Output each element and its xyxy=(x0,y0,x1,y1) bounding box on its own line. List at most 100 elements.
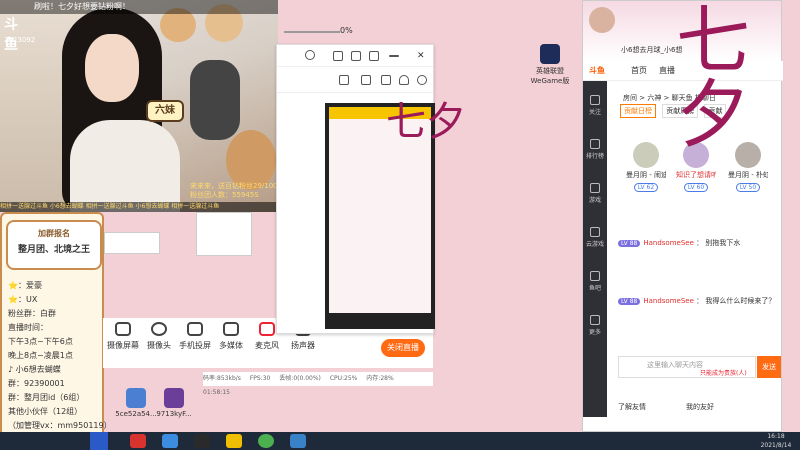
client-sidebar: 关注 排行榜 游戏 云游戏 鱼吧 更多 xyxy=(583,81,607,417)
lol-icon xyxy=(540,44,560,64)
message-user[interactable]: HandsomeSee xyxy=(643,239,694,247)
windows-start-icon[interactable] xyxy=(90,432,108,450)
desktop-icon-label: 英雄联盟 WeGame版 xyxy=(530,67,570,85)
shop-icon[interactable] xyxy=(361,75,371,85)
rank-user[interactable]: 知识了想请听 LV 60 xyxy=(676,142,716,192)
nav-home[interactable]: 首页 xyxy=(631,65,647,76)
close-icon[interactable]: ✕ xyxy=(417,51,427,61)
heart-icon xyxy=(590,95,600,105)
stats-line: 粉丝团人数：55945S xyxy=(190,191,259,199)
stop-stream-button[interactable]: 关闭直播 xyxy=(381,339,425,357)
info-line: 其他小伙伴（12组） xyxy=(8,407,83,416)
monitor-icon xyxy=(115,322,131,336)
app-icon[interactable] xyxy=(194,434,210,448)
tool-media[interactable]: 多媒体 xyxy=(211,322,251,351)
nav-live[interactable]: 直播 xyxy=(659,65,675,76)
sidebar-item-fishbar[interactable]: 鱼吧 xyxy=(583,271,607,292)
app-icon[interactable] xyxy=(290,434,306,448)
preview-thumbnail[interactable] xyxy=(196,212,252,256)
gift-hint: 只能成为贵族(人) xyxy=(700,370,747,377)
memory-usage: 内存:28% xyxy=(366,375,394,382)
avatar xyxy=(633,142,659,168)
mini-iconbar xyxy=(277,67,433,93)
tool-label: 扬声器 xyxy=(291,341,315,350)
level-badge: LV 50 xyxy=(735,183,761,192)
phone-icon xyxy=(187,322,203,336)
danmu-ticker: 相拼一送腺过斗鱼 小6想去蝴蝶 相拼一送腺过斗鱼 小6想去蝴蝶 相拼一送腺过斗鱼 xyxy=(0,202,278,212)
window-icon[interactable] xyxy=(351,51,361,61)
cpu-usage: CPU:25% xyxy=(329,375,358,382)
mini-qixi-art: 七夕 xyxy=(386,99,466,145)
mini-titlebar: ✕ xyxy=(277,45,433,67)
microphone-icon xyxy=(259,322,275,336)
message-text: 我得么什么时候来了？ xyxy=(705,297,776,305)
client-header: 小6想去月球_小6想 xyxy=(583,1,781,61)
sidebar-item-cloud[interactable]: 云游戏 xyxy=(583,227,607,248)
info-line: ⭐：爱豪 xyxy=(8,281,42,290)
file-icon xyxy=(164,388,184,408)
tab-total[interactable]: 贡献 xyxy=(704,104,727,118)
tool-phone-cast[interactable]: 手机投屏 xyxy=(175,322,215,351)
rank-tabs: 贡献日榜 贡献周榜 贡献 xyxy=(620,104,730,118)
app-icon[interactable] xyxy=(162,434,178,448)
stream-duration: 01:58:15 xyxy=(203,389,230,396)
microphone xyxy=(190,60,240,140)
game-icon xyxy=(590,183,600,193)
rank-user-name: 知识了想请听 xyxy=(676,171,716,179)
box-icon[interactable] xyxy=(381,75,391,85)
chrome-icon[interactable] xyxy=(258,434,274,448)
app-icon[interactable] xyxy=(226,434,242,448)
window-icon[interactable] xyxy=(369,51,379,61)
tool-camera[interactable]: 摄像头 xyxy=(139,322,179,351)
tab-weekly[interactable]: 贡献周榜 xyxy=(662,104,699,118)
tab-daily[interactable]: 贡献日榜 xyxy=(620,104,656,118)
avatar xyxy=(683,142,709,168)
volume-track[interactable] xyxy=(284,31,340,33)
sidebar-item-more[interactable]: 更多 xyxy=(583,315,607,336)
share-icon[interactable] xyxy=(417,75,427,85)
douyu-logo: 斗鱼 xyxy=(4,17,18,53)
send-button[interactable]: 发送 xyxy=(757,356,781,378)
tool-label: 麦克风 xyxy=(255,341,279,350)
sidebar-item-games[interactable]: 游戏 xyxy=(583,183,607,204)
info-panel: 加群报名 整月团、北境之王 ⭐：爱豪 ⭐：UX 粉丝群：白群 直播时间： 下午3… xyxy=(0,212,112,438)
taskbar xyxy=(0,432,800,450)
webcam-feed xyxy=(0,0,278,212)
nav-logo[interactable]: 斗鱼 xyxy=(589,65,605,76)
volume-slider[interactable]: 0% xyxy=(278,26,358,36)
bell-icon[interactable] xyxy=(399,75,409,85)
friends-link[interactable]: 了解友情 xyxy=(618,402,646,412)
room-id: 7623092 xyxy=(4,36,36,44)
stats-line: 来来来，送百钻粉丝29/100 xyxy=(190,182,278,190)
message-user[interactable]: HandsomeSee xyxy=(643,297,694,305)
avatar-icon[interactable] xyxy=(305,50,315,60)
info-line: ♪ 小6想去蝴蝶 xyxy=(8,365,61,374)
minimize-icon[interactable] xyxy=(389,55,399,57)
window-icon[interactable] xyxy=(333,51,343,61)
app-icon[interactable] xyxy=(130,434,146,448)
desktop-icon-label: 9713kyF... xyxy=(156,410,192,418)
sidebar-label: 鱼吧 xyxy=(588,285,601,292)
fans-link[interactable]: 我的友好 xyxy=(686,402,714,412)
user-avatar[interactable] xyxy=(589,7,615,33)
stream-banner: 刷啦！七夕好想要钻粉啊！ xyxy=(0,0,278,14)
fish-icon xyxy=(590,271,600,281)
tool-screen[interactable]: 摄像屏幕 xyxy=(103,322,143,351)
desktop-icon-file2[interactable]: 9713kyF... xyxy=(150,388,198,418)
more-icon xyxy=(590,315,600,325)
preview-thumbnail[interactable] xyxy=(104,232,160,254)
desktop-icon-lol[interactable]: 英雄联盟 WeGame版 xyxy=(526,44,574,86)
bitrate: 码率:853kb/s xyxy=(203,375,241,382)
rank-user[interactable]: 曼月阴 - 朴虹 LV 50 xyxy=(728,142,768,192)
sidebar-item-rank[interactable]: 排行榜 xyxy=(583,139,607,160)
join-group-box: 加群报名 整月团、北境之王 xyxy=(6,220,102,270)
clock[interactable]: 16:18 2021/8/14 xyxy=(756,432,796,450)
rank-user[interactable]: 曼月阴 - 闹迪AI... LV 62 xyxy=(626,142,666,192)
sidebar-item-follow[interactable]: 关注 xyxy=(583,95,607,116)
name-badge: 六妹 xyxy=(146,100,184,122)
client-nav: 斗鱼 首页 直播 xyxy=(583,61,783,81)
breadcrumb: 房间 > 六神 > 聊天鱼 相聊日 xyxy=(623,94,716,102)
gift-icon[interactable] xyxy=(339,75,349,85)
streamer-face xyxy=(85,34,139,102)
sidebar-label: 关注 xyxy=(588,109,601,116)
